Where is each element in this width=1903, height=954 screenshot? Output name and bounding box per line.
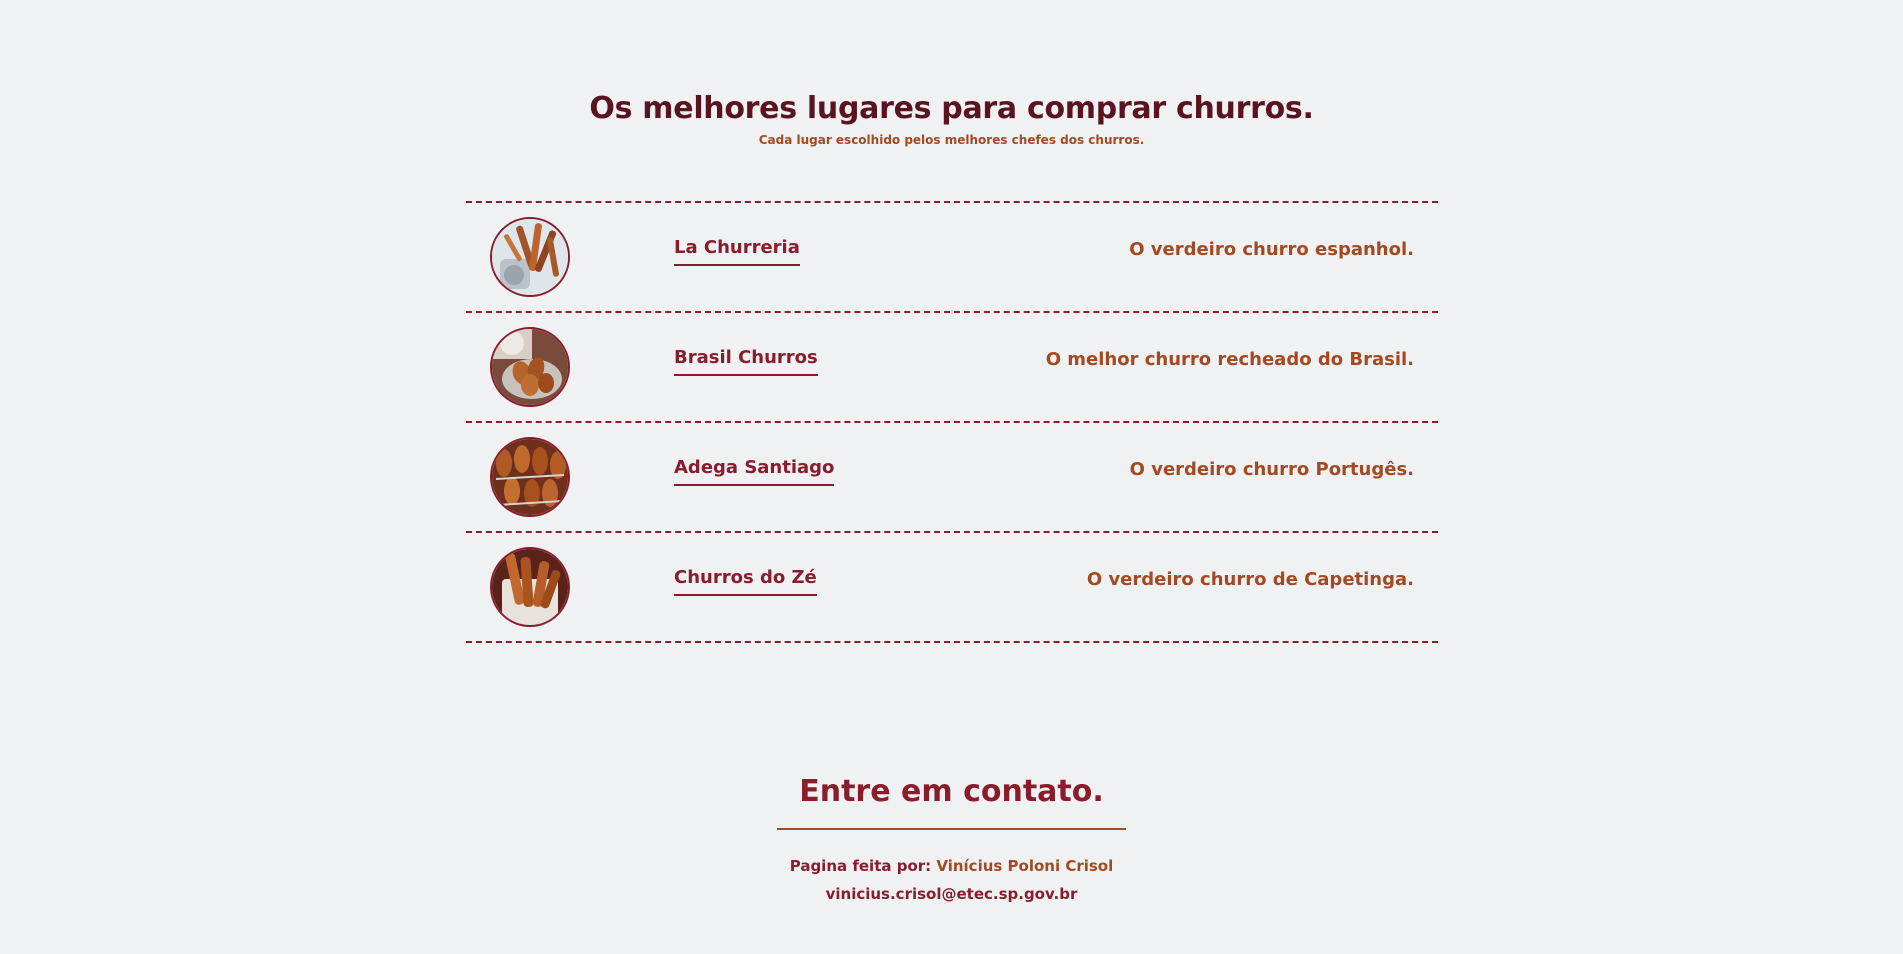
place-description: O melhor churro recheado do Brasil. — [1045, 349, 1414, 370]
place-photo-brasil-churros — [490, 327, 570, 407]
place-description: O verdeiro churro Portugês. — [1129, 459, 1414, 480]
place-link-churros-do-ze[interactable]: Churros do Zé — [674, 567, 817, 596]
place-link-adega-santiago[interactable]: Adega Santiago — [674, 457, 835, 486]
place-link-la-churreria[interactable]: La Churreria — [674, 237, 800, 266]
contact-section: Entre em contato. Pagina feita por: Viní… — [0, 772, 1903, 904]
place-photo-churros-do-ze — [490, 547, 570, 627]
contact-title: Entre em contato. — [777, 772, 1126, 830]
place-row: Adega Santiago O verdeiro churro Portugê… — [466, 423, 1438, 533]
page: Os melhores lugares para comprar churros… — [0, 0, 1903, 954]
places-list: La Churreria O verdeiro churro espanhol.… — [466, 201, 1438, 643]
place-description: O verdeiro churro espanhol. — [1129, 239, 1414, 260]
place-photo-adega-santiago — [490, 437, 570, 517]
place-row: Brasil Churros O melhor churro recheado … — [466, 313, 1438, 423]
place-link-brasil-churros[interactable]: Brasil Churros — [674, 347, 818, 376]
contact-email: vinicius.crisol@etec.sp.gov.br — [825, 885, 1078, 903]
page-title: Os melhores lugares para comprar churros… — [589, 91, 1314, 126]
credit-line: Pagina feita por: Vinícius Poloni Crisol — [0, 856, 1903, 876]
place-row: Churros do Zé O verdeiro churro de Capet… — [466, 533, 1438, 643]
place-description: O verdeiro churro de Capetinga. — [1086, 569, 1414, 590]
page-header: Os melhores lugares para comprar churros… — [0, 88, 1903, 148]
page-subtitle: Cada lugar escolhido pelos melhores chef… — [758, 133, 1145, 147]
author-name: Vinícius Poloni Crisol — [936, 857, 1114, 875]
place-row: La Churreria O verdeiro churro espanhol. — [466, 203, 1438, 313]
place-photo-la-churreria — [490, 217, 570, 297]
credit-label: Pagina feita por: — [789, 857, 937, 875]
